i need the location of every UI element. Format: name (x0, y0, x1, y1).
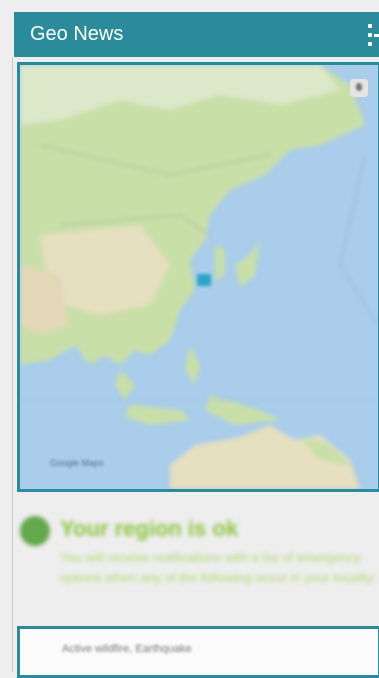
map-view[interactable]: Google Maps (17, 62, 379, 492)
current-location-marker (197, 274, 211, 286)
app-bar: Geo News (14, 12, 379, 57)
location-pin-icon[interactable] (350, 79, 368, 97)
status-title: Your region is ok (60, 516, 239, 541)
status-ok-icon (20, 516, 50, 546)
alert-types-card[interactable]: Active wildfire, Earthquake (17, 626, 379, 678)
alert-types-text: Active wildfire, Earthquake (62, 643, 192, 655)
status-description: You will receive notifications with a li… (60, 550, 377, 585)
left-divider (12, 57, 13, 672)
map-watermark: Google Maps (50, 458, 104, 468)
app-title: Geo News (30, 23, 124, 45)
list-menu-icon[interactable] (368, 22, 379, 48)
status-bar (0, 0, 379, 10)
